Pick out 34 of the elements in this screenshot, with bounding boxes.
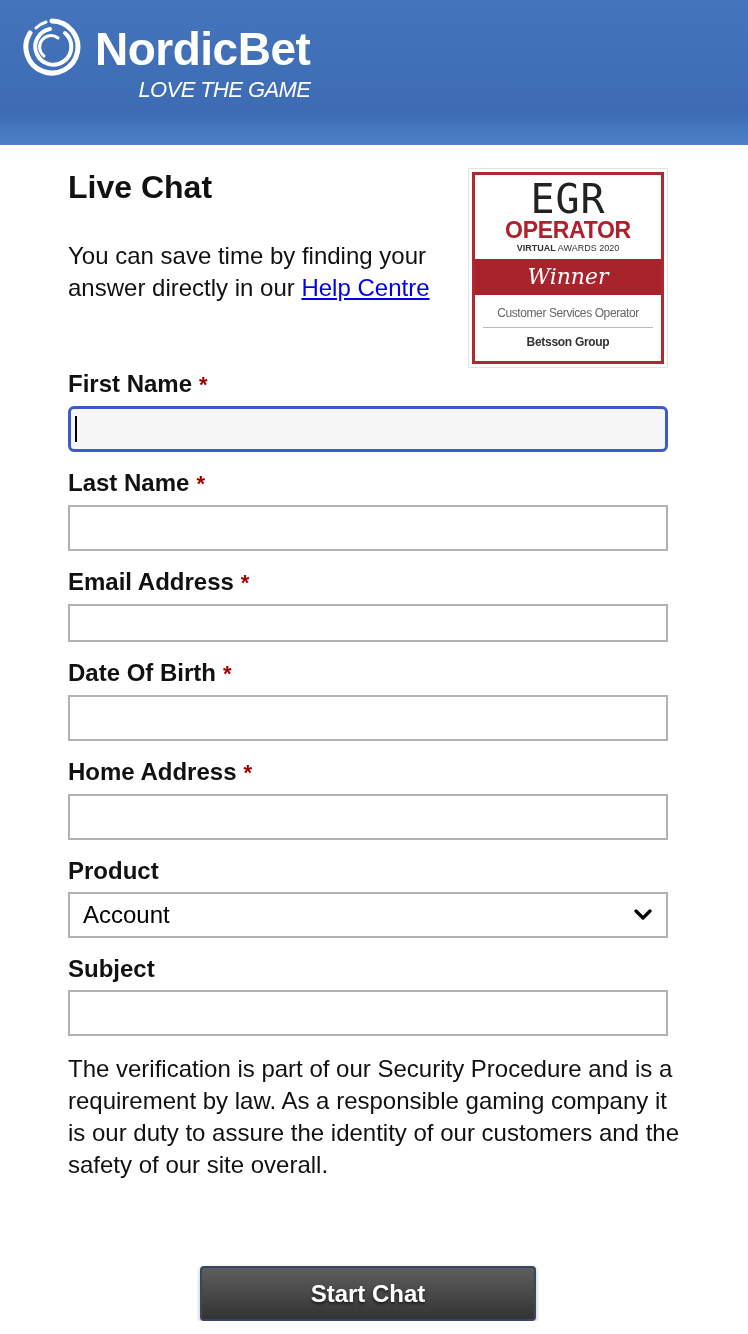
start-chat-button[interactable]: Start Chat xyxy=(200,1266,536,1321)
field-label: Home Address xyxy=(68,759,237,785)
field-label: Date Of Birth xyxy=(68,660,216,686)
field-label: Last Name xyxy=(68,470,190,496)
brand-name: NordicBet xyxy=(95,26,311,72)
required-mark: * xyxy=(223,661,232,687)
required-mark: * xyxy=(196,471,205,497)
input-field[interactable] xyxy=(68,406,668,452)
required-mark: * xyxy=(199,372,208,398)
help-centre-link[interactable]: Help Centre xyxy=(301,274,430,301)
required-mark: * xyxy=(243,760,253,786)
chevron-down-icon xyxy=(634,909,652,921)
input-field[interactable] xyxy=(68,990,668,1036)
badge-event: VIRTUAL AWARDS 2020 xyxy=(516,242,620,254)
badge-category: OPERATOR xyxy=(505,218,631,242)
brand-tagline: LOVE THE GAME xyxy=(138,79,311,101)
award-title: Customer Services Operator xyxy=(497,305,639,322)
input-field[interactable] xyxy=(68,695,668,741)
winner-ribbon: Winner xyxy=(475,259,661,295)
input-field[interactable] xyxy=(68,794,668,840)
company-name: Betsson Group xyxy=(526,334,610,351)
verification-notice: The verification is part of our Security Procedure and is a requirement by law. As a responsible gaming company it is our duty to assure the identity of our customers and the safety of our site overall. xyxy=(68,1054,680,1180)
select-field[interactable]: Account xyxy=(68,892,668,938)
page-title: Live Chat xyxy=(68,169,214,205)
field-label: Email Address xyxy=(68,569,234,595)
intro-text: You can save time by finding your answer directly in our Help Centre xyxy=(68,241,431,303)
badge-heading: EGR xyxy=(530,180,606,218)
input-field[interactable] xyxy=(68,505,668,551)
required-mark: * xyxy=(240,570,250,596)
field-label: Subject xyxy=(68,956,155,982)
field-label: Product xyxy=(68,858,159,884)
text-cursor-icon xyxy=(75,416,77,442)
input-field[interactable] xyxy=(68,604,668,642)
field-label: First Name xyxy=(68,371,193,397)
